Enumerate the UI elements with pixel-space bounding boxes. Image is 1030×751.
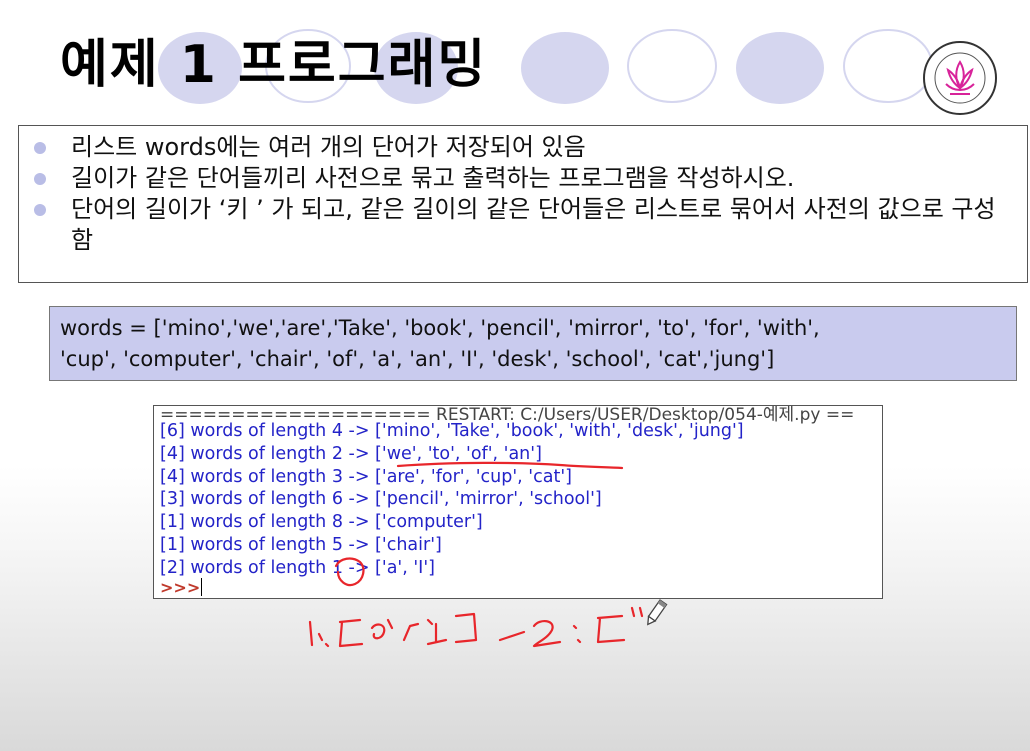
code-line: 'cup', 'computer', 'chair', 'of', 'a', '… [60,347,775,371]
handwriting-note [426,618,448,646]
bullet-dot-icon [34,204,46,216]
code-line: words = ['mino','we','are','Take', 'book… [60,316,820,340]
deco-circle [843,29,933,103]
handwriting-note [572,624,582,644]
pen-cursor-icon [647,599,668,626]
deco-circle [736,32,824,104]
shell-output: [6] words of length 4 -> ['mino', 'Take'… [160,420,744,580]
bullet-item: 단어의 길이가 ‘키 ’ 가 되고, 같은 길이의 같은 단어들은 리스트로 묶… [31,194,1017,256]
lotus-seal-icon [923,41,997,115]
handwriting-note [532,620,562,648]
slide-title: 예제 1 프로그래밍 [60,35,488,95]
handwriting-note [308,620,330,648]
bullet-text: 길이가 같은 단어들끼리 사전으로 묶고 출력하는 프로그램을 작성하시오. [71,164,795,192]
text-cursor [201,578,203,596]
bullet-dot-icon [34,142,46,154]
bullet-item: 리스트 words에는 여러 개의 단어가 저장되어 있음 [31,132,1017,163]
bullet-dot-icon [34,173,46,185]
shell-output-line: [3] words of length 6 -> ['pencil', 'mir… [160,489,602,510]
shell-output-line: [4] words of length 2 -> ['we', 'to', 'o… [160,443,542,464]
bullet-box: 리스트 words에는 여러 개의 단어가 저장되어 있음 길이가 같은 단어들… [18,125,1028,283]
handwriting-note [370,618,394,640]
handwriting-note [338,618,364,648]
python-shell[interactable]: =================== RESTART: C:/Users/US… [153,405,883,599]
bullet-item: 길이가 같은 단어들끼리 사전으로 묶고 출력하는 프로그램을 작성하시오. [31,163,1017,194]
code-box: words = ['mino','we','are','Take', 'book… [49,306,1017,381]
shell-output-line: [2] words of length 1 -> ['a', 'I'] [160,557,435,578]
shell-output-line: [1] words of length 5 -> ['chair'] [160,534,442,555]
handwriting-note [596,614,626,644]
shell-output-line: [1] words of length 8 -> ['computer'] [160,512,483,533]
bullet-text: 단어의 길이가 ‘키 ’ 가 되고, 같은 길이의 같은 단어들은 리스트로 묶… [71,195,996,254]
handwriting-note [402,622,420,642]
prompt-symbol: >>> [160,578,201,597]
handwriting-note [630,606,644,618]
handwriting-note [498,630,526,642]
deco-circle [521,32,609,104]
deco-circle [627,29,717,103]
shell-prompt[interactable]: >>> [160,578,203,597]
handwriting-note [454,612,478,644]
shell-output-line: [4] words of length 3 -> ['are', 'for', … [160,466,572,487]
bullet-text: 리스트 words에는 여러 개의 단어가 저장되어 있음 [71,133,586,161]
shell-output-line: [6] words of length 4 -> ['mino', 'Take'… [160,421,744,441]
